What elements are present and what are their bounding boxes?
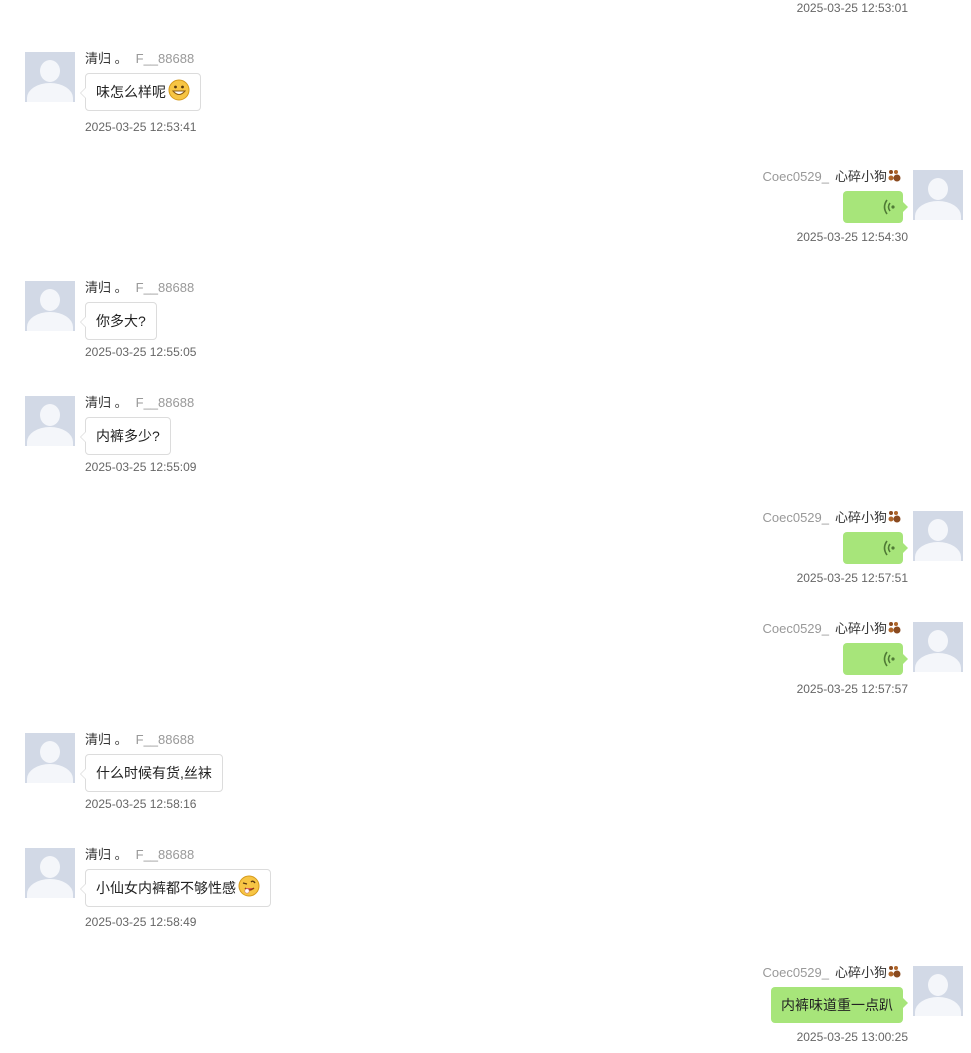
voice-wave-icon: [883, 540, 895, 556]
sender-row: 清归 。 F__88688: [85, 51, 194, 67]
message-bubble[interactable]: 味怎么样呢: [80, 73, 201, 111]
message-text: 内裤味道重一点趴: [781, 997, 893, 1013]
sender-nickname: 心碎小狗: [834, 169, 887, 184]
message-time: 2025-03-25 12:53:41: [85, 120, 197, 134]
sender-nickname: 清归 。: [85, 847, 128, 862]
sender-id: Coec0529_: [762, 169, 829, 184]
sender-row: 清归 。 F__88688: [85, 847, 194, 863]
sender-id: F__88688: [135, 280, 195, 295]
sender-nickname: 心碎小狗: [834, 510, 887, 525]
message-time: 2025-03-25 12:54:30: [796, 230, 908, 244]
sender-row: 清归 。 F__88688: [85, 395, 194, 411]
top-timestamp: 2025-03-25 12:53:01: [796, 1, 908, 15]
sender-row: Coec0529_ 心碎小狗: [762, 510, 902, 526]
sender-nickname: 心碎小狗: [834, 621, 887, 636]
message-text: 小仙女内裤都不够性感: [96, 880, 236, 896]
paw-icon: [888, 622, 901, 634]
message-time: 2025-03-25 12:58:16: [85, 797, 197, 811]
message-bubble[interactable]: 你多大?: [80, 302, 157, 340]
default-avatar-icon[interactable]: [913, 170, 963, 220]
sender-id: F__88688: [135, 51, 195, 66]
voice-message-bubble[interactable]: [843, 532, 908, 564]
sender-row: 清归 。 F__88688: [85, 280, 194, 296]
message-bubble[interactable]: 什么时候有货,丝袜: [80, 754, 223, 792]
sender-nickname: 心碎小狗: [834, 965, 887, 980]
sender-row: Coec0529_ 心碎小狗: [762, 169, 902, 185]
sender-nickname: 清归 。: [85, 280, 128, 295]
paw-icon: [888, 511, 901, 523]
voice-message-bubble[interactable]: [843, 643, 908, 675]
message-text: 什么时候有货,丝袜: [96, 765, 212, 781]
grin-emoji-icon: [168, 79, 190, 101]
message-time: 2025-03-25 12:57:51: [796, 571, 908, 585]
sender-id: Coec0529_: [762, 965, 829, 980]
message-bubble[interactable]: 内裤味道重一点趴: [771, 987, 908, 1023]
tease-emoji-icon: [238, 875, 260, 897]
sender-row: Coec0529_ 心碎小狗: [762, 621, 902, 637]
sender-id: Coec0529_: [762, 510, 829, 525]
message-time: 2025-03-25 12:57:57: [796, 682, 908, 696]
default-avatar-icon[interactable]: [25, 733, 75, 783]
message-time: 2025-03-25 13:00:25: [796, 1030, 908, 1044]
voice-wave-icon: [883, 651, 895, 667]
sender-row: Coec0529_ 心碎小狗: [762, 965, 902, 981]
message-text: 味怎么样呢: [96, 84, 166, 100]
message-bubble[interactable]: 小仙女内裤都不够性感: [80, 869, 271, 907]
message-bubble[interactable]: 内裤多少?: [80, 417, 171, 455]
message-text: 你多大?: [96, 313, 146, 329]
sender-id: F__88688: [135, 732, 195, 747]
message-text: 内裤多少?: [96, 428, 160, 444]
sender-id: Coec0529_: [762, 621, 829, 636]
voice-message-bubble[interactable]: [843, 191, 908, 223]
message-time: 2025-03-25 12:55:05: [85, 345, 197, 359]
paw-icon: [888, 170, 901, 182]
sender-nickname: 清归 。: [85, 732, 128, 747]
default-avatar-icon[interactable]: [25, 396, 75, 446]
sender-id: F__88688: [135, 395, 195, 410]
sender-nickname: 清归 。: [85, 395, 128, 410]
default-avatar-icon[interactable]: [913, 966, 963, 1016]
paw-icon: [888, 966, 901, 978]
default-avatar-icon[interactable]: [913, 622, 963, 672]
default-avatar-icon[interactable]: [913, 511, 963, 561]
sender-row: 清归 。 F__88688: [85, 732, 194, 748]
message-time: 2025-03-25 12:58:49: [85, 915, 197, 929]
voice-wave-icon: [883, 199, 895, 215]
default-avatar-icon[interactable]: [25, 848, 75, 898]
sender-nickname: 清归 。: [85, 51, 128, 66]
default-avatar-icon[interactable]: [25, 52, 75, 102]
default-avatar-icon[interactable]: [25, 281, 75, 331]
sender-id: F__88688: [135, 847, 195, 862]
message-time: 2025-03-25 12:55:09: [85, 460, 197, 474]
